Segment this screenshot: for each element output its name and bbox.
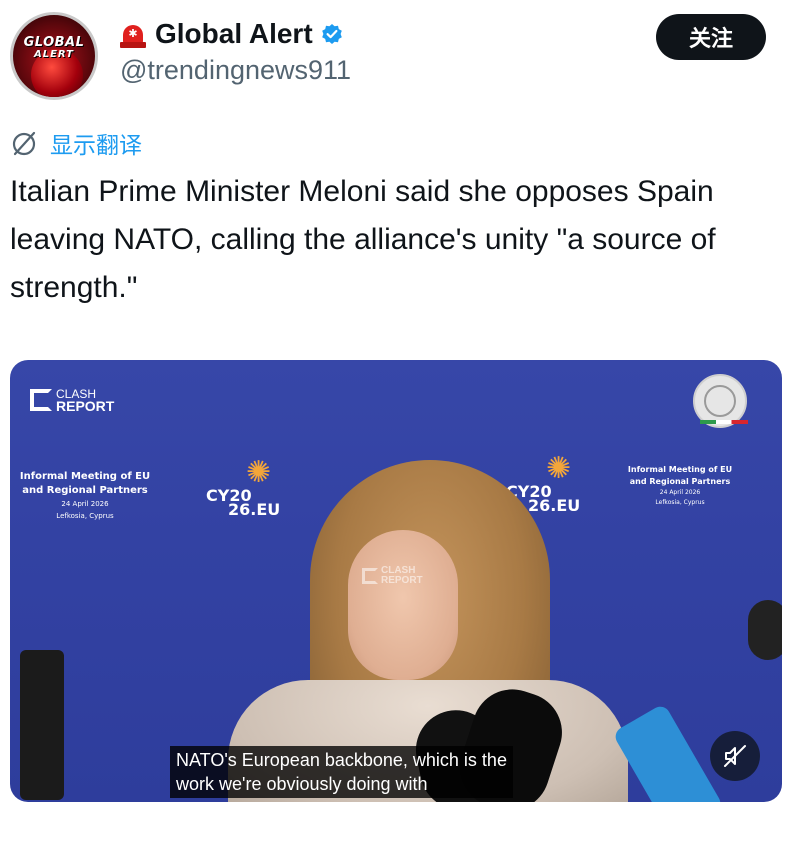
globe-slash-icon: [12, 131, 36, 156]
center-watermark-line2: REPORT: [381, 575, 423, 586]
backdrop-banner-right: Informal Meeting of EU and Regional Part…: [620, 464, 740, 508]
post-header: GLOBAL ALERT ✱ Global Alert @trendingnew…: [0, 0, 788, 110]
banner-title-line1: Informal Meeting of EU: [627, 465, 733, 474]
sun-emblem-icon: ✺: [546, 451, 572, 486]
post-text: Italian Prime Minister Meloni said she o…: [10, 175, 716, 304]
video-player[interactable]: CLASH REPORT Informal Meeting of EU and …: [10, 360, 782, 802]
banner-title-line2: and Regional Partners: [629, 477, 731, 486]
italian-flag-stripe: [700, 420, 748, 424]
banner-date: 24 April 2026: [659, 489, 701, 496]
banner-title-line2: and Regional Partners: [22, 485, 148, 496]
banner-place: Lefkosia, Cyprus: [655, 499, 705, 506]
backdrop-banner-left: Informal Meeting of EU and Regional Part…: [10, 470, 160, 522]
speaker-face: [348, 530, 458, 680]
cy2026-logo: ✺ CY20 26.EU: [206, 458, 296, 528]
clash-report-logo-icon: [30, 389, 52, 411]
cy-logo-line2: 26.EU: [228, 500, 281, 519]
display-name[interactable]: Global Alert: [155, 18, 313, 50]
subtitle-line2: work we're obviously doing with: [176, 774, 428, 794]
microphone-right-edge: [748, 600, 782, 660]
subtitle-line1: NATO's European backbone, which is the: [176, 750, 507, 770]
banner-title-line1: Informal Meeting of EU: [19, 471, 151, 482]
siren-emoji-icon: ✱: [120, 19, 146, 49]
avatar[interactable]: GLOBAL ALERT: [10, 12, 98, 100]
clash-report-watermark: CLASH REPORT: [30, 388, 115, 414]
cy-logo-line2: 26.EU: [528, 496, 581, 515]
avatar-text-global: GLOBAL: [23, 35, 85, 50]
speaker-muted-icon: [724, 745, 746, 767]
show-translation-link[interactable]: 显示翻译: [10, 126, 142, 160]
verified-badge-icon: [321, 24, 342, 44]
banner-date: 24 April 2026: [61, 500, 109, 508]
sun-emblem-icon: ✺: [246, 455, 272, 490]
banner-place: Lefkosia, Cyprus: [56, 512, 114, 520]
video-subtitle: NATO's European backbone, which is the w…: [170, 746, 513, 798]
avatar-text-alert: ALERT: [33, 49, 74, 60]
clash-report-logo-icon: [362, 568, 378, 584]
microphone-left: [20, 650, 64, 800]
follow-button[interactable]: 关注: [656, 14, 766, 60]
show-translation-label[interactable]: 显示翻译: [50, 126, 142, 160]
account-handle[interactable]: @trendingnews911: [120, 55, 351, 86]
center-watermark: CLASH REPORT: [362, 566, 423, 586]
watermark-line2: REPORT: [56, 398, 115, 414]
mute-toggle-button[interactable]: [710, 731, 760, 781]
name-row[interactable]: ✱ Global Alert: [120, 16, 343, 52]
microphone-blue: [612, 703, 724, 802]
